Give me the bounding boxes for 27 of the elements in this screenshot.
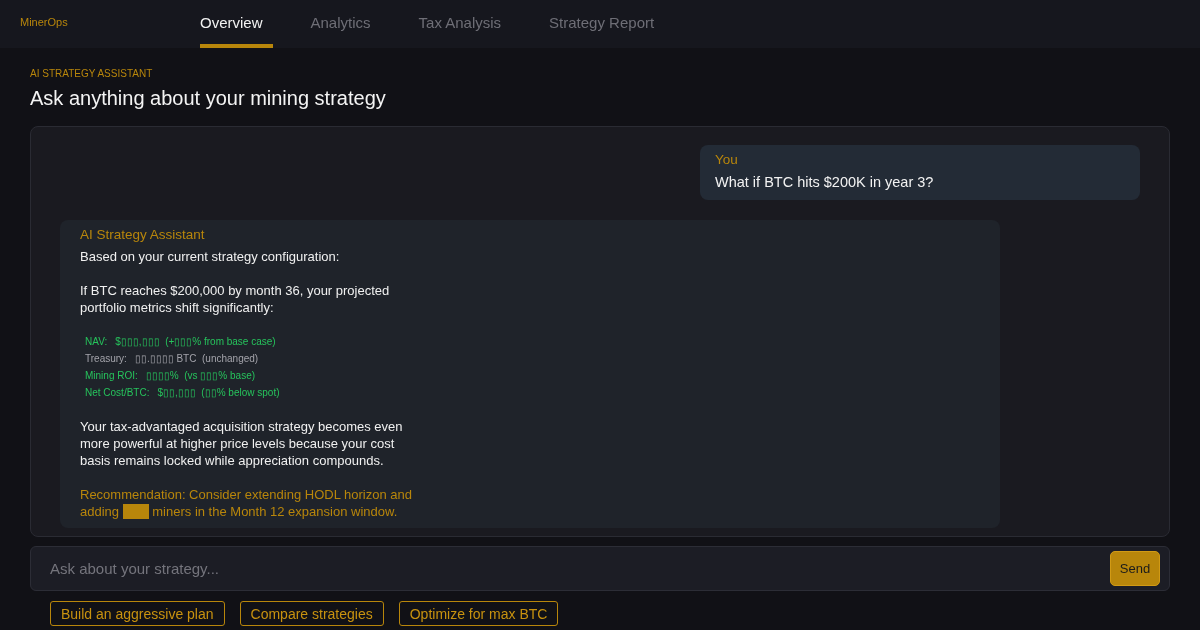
recommendation-text: Recommendation: Consider extending HODL horizon and adding miners in the Month 12 expansion window. — [80, 486, 413, 520]
page-heading: Ask anything about your mining strategy — [30, 86, 387, 110]
message-paragraph: Based on your current strategy configuration: — [80, 248, 340, 265]
nav-tab[interactable]: Strategy Report — [549, 0, 665, 48]
nav-tab[interactable]: Overview — [200, 0, 273, 48]
metric-value: $▯▯▯,▯▯▯ (+▯▯▯% from base case) — [115, 335, 276, 349]
metric-value: $▯▯,▯▯▯ (▯▯% below spot) — [157, 386, 280, 400]
suggestion-chip[interactable]: Compare strategies — [239, 601, 384, 626]
suggestion-chip[interactable]: Optimize for max BTC — [398, 601, 559, 626]
section-label: AI STRATEGY ASSISTANT — [30, 68, 154, 80]
sender-name: You — [715, 151, 738, 169]
metric-label: NAV: — [85, 335, 108, 349]
nav-tab[interactable]: Tax Analysis — [418, 0, 512, 48]
message-paragraph: Your tax-advantaged acquisition strategy becomes even more powerful at higher price levels because your cost basis remains locked while appreciation compounds. — [80, 418, 404, 469]
brand-name: MinerOps — [20, 16, 68, 28]
metric-label: Mining ROI: — [85, 369, 138, 383]
metric-label: Treasury: — [85, 352, 127, 366]
message-paragraph: If BTC reaches $200,000 by month 36, your projected portfolio metrics shift significantly: — [80, 282, 391, 316]
metric-value: ▯▯▯▯% (vs ▯▯▯% base) — [145, 369, 256, 383]
sender-name: AI Strategy Assistant — [80, 226, 205, 244]
metric-value: ▯▯.▯▯▯▯ BTC (unchanged) — [134, 352, 259, 366]
nav-tab[interactable]: Analytics — [310, 0, 381, 48]
message-text: What if BTC hits $200K in year 3? — [715, 173, 934, 191]
send-button[interactable]: Send — [1110, 551, 1160, 586]
metric-label: Net Cost/BTC: — [85, 386, 150, 400]
suggestion-chip[interactable]: Build an aggressive plan — [50, 601, 225, 626]
message-input[interactable]: Ask about your strategy... Send — [30, 546, 1170, 591]
